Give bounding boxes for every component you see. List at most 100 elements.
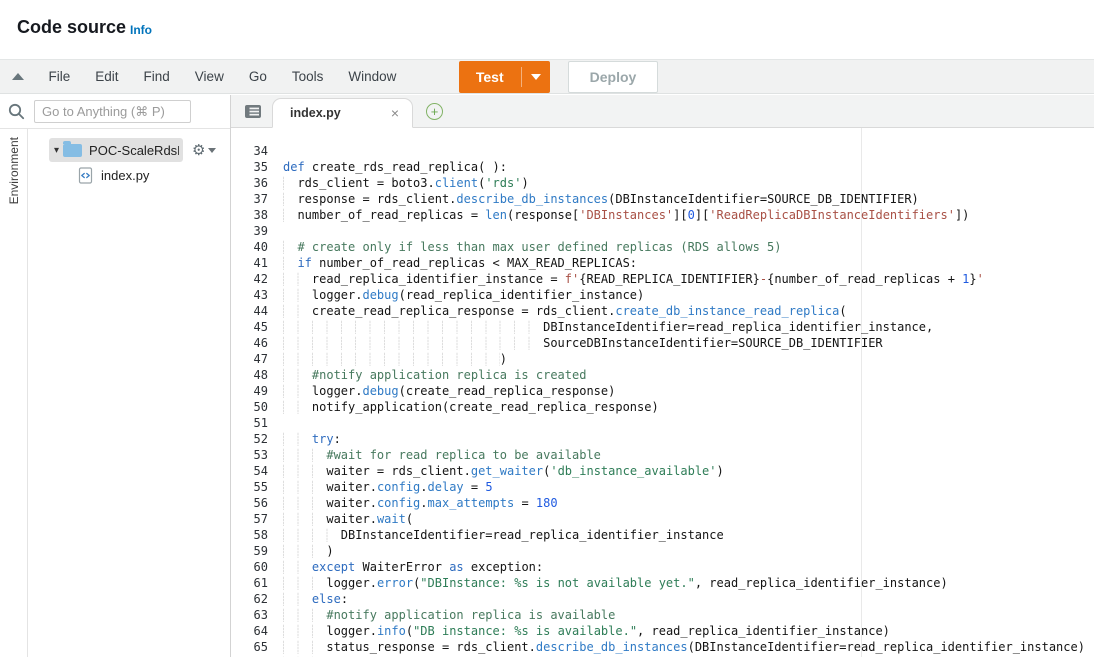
token: (response[ (506, 208, 580, 222)
code-editor[interactable]: 34 35 def create_rds_read_replica( ): 36 rd… (231, 128, 1094, 657)
line-number[interactable]: 64 (231, 623, 283, 639)
code-line[interactable]: 45 DBInstanceIdentifier=read_replica_ide… (231, 319, 1094, 335)
code-line[interactable]: 42 read_replica_identifier_instance = f'… (231, 271, 1094, 287)
collapse-up-icon[interactable] (12, 73, 24, 80)
code-line[interactable]: 44 create_read_replica_response = rds_cl… (231, 303, 1094, 319)
code-line[interactable]: 43 logger.debug(read_replica_identifier_… (231, 287, 1094, 303)
line-number[interactable]: 56 (231, 495, 283, 511)
line-number[interactable]: 49 (231, 383, 283, 399)
line-number[interactable]: 60 (231, 559, 283, 575)
code-line[interactable]: 40 # create only if less than max user d… (231, 239, 1094, 255)
line-number[interactable]: 51 (231, 415, 283, 431)
code-line[interactable]: 56 waiter.config.max_attempts = 180 (231, 495, 1094, 511)
line-number[interactable]: 57 (231, 511, 283, 527)
code-line-content (283, 415, 1094, 431)
line-number[interactable]: 35 (231, 159, 283, 175)
token: config (376, 480, 421, 494)
code-line[interactable]: 46 SourceDBInstanceIdentifier=SOURCE_DB_… (231, 335, 1094, 351)
code-line[interactable]: 57 waiter.wait( (231, 511, 1094, 527)
code-line[interactable]: 48 #notify application replica is create… (231, 367, 1094, 383)
code-line[interactable]: 59 ) (231, 543, 1094, 559)
line-number[interactable]: 59 (231, 543, 283, 559)
menu-item-view[interactable]: View (182, 69, 236, 84)
code-line[interactable]: 65 status_response = rds_client.describe… (231, 639, 1094, 655)
line-number[interactable]: 54 (231, 463, 283, 479)
line-number[interactable]: 40 (231, 239, 283, 255)
token: as (449, 560, 464, 574)
info-link[interactable]: Info (130, 23, 152, 37)
code-line[interactable]: 62 else: (231, 591, 1094, 607)
code-line[interactable]: 50 notify_application(create_read_replic… (231, 399, 1094, 415)
line-number[interactable]: 39 (231, 223, 283, 239)
line-number[interactable]: 44 (231, 303, 283, 319)
code-line[interactable]: 38 number_of_read_replicas = len(respons… (231, 207, 1094, 223)
line-number[interactable]: 37 (231, 191, 283, 207)
code-line-content: waiter.wait( (283, 511, 1094, 527)
code-line[interactable]: 58 DBInstanceIdentifier=read_replica_ide… (231, 527, 1094, 543)
line-number[interactable]: 42 (231, 271, 283, 287)
code-line[interactable]: 60 except WaiterError as exception: (231, 559, 1094, 575)
menu-item-edit[interactable]: Edit (83, 69, 131, 84)
line-number[interactable]: 52 (231, 431, 283, 447)
token: logger. (311, 288, 363, 302)
line-number[interactable]: 38 (231, 207, 283, 223)
line-number[interactable]: 63 (231, 607, 283, 623)
folder-row-highlight[interactable]: ▾ POC-ScaleRdsPostg (49, 138, 184, 162)
test-dropdown-button[interactable] (522, 61, 550, 93)
token: (DBInstanceIdentifier=SOURCE_DB_IDENTIFI… (608, 192, 919, 206)
code-line[interactable]: 49 logger.debug(create_read_replica_resp… (231, 383, 1094, 399)
test-button[interactable]: Test (458, 60, 550, 93)
code-line[interactable]: 35 def create_rds_read_replica( ): (231, 159, 1094, 175)
code-line[interactable]: 36 rds_client = boto3.client('rds') (231, 175, 1094, 191)
line-number[interactable]: 34 (231, 143, 283, 159)
code-line[interactable]: 61 logger.error("DBInstance: %s is not a… (231, 575, 1094, 591)
code-line[interactable]: 51 (231, 415, 1094, 431)
line-number[interactable]: 53 (231, 447, 283, 463)
goto-anything-row (0, 95, 230, 129)
indent-guides (283, 496, 327, 510)
test-button-label[interactable]: Test (459, 61, 521, 93)
code-line[interactable]: 55 waiter.config.delay = 5 (231, 479, 1094, 495)
menu-item-go[interactable]: Go (236, 69, 279, 84)
line-number[interactable]: 65 (231, 639, 283, 655)
code-line[interactable]: 64 logger.info("DB instance: %s is avail… (231, 623, 1094, 639)
token: create_db_instance_read_replica (615, 304, 840, 318)
line-number[interactable]: 61 (231, 575, 283, 591)
code-line[interactable]: 41 if number_of_read_replicas < MAX_READ… (231, 255, 1094, 271)
menu-item-tools[interactable]: Tools (279, 69, 336, 84)
menu-item-find[interactable]: Find (131, 69, 182, 84)
disclosure-icon[interactable]: ▾ (54, 145, 59, 156)
line-number[interactable]: 41 (231, 255, 283, 271)
line-number[interactable]: 58 (231, 527, 283, 543)
tab-list-icon[interactable] (244, 104, 262, 119)
line-number[interactable]: 48 (231, 367, 283, 383)
settings-menu-button[interactable]: ⚙ (192, 143, 217, 158)
code-line[interactable]: 54 waiter = rds_client.get_waiter('db_in… (231, 463, 1094, 479)
code-line-content: number_of_read_replicas = len(response['… (283, 207, 1094, 223)
line-number[interactable]: 50 (231, 399, 283, 415)
menu-item-window[interactable]: Window (336, 69, 409, 84)
code-line[interactable]: 53 #wait for read replica to be availabl… (231, 447, 1094, 463)
code-line[interactable]: 63 #notify application replica is availa… (231, 607, 1094, 623)
tab-environment[interactable]: Environment (7, 137, 21, 204)
code-line[interactable]: 47 ) (231, 351, 1094, 367)
line-number[interactable]: 36 (231, 175, 283, 191)
line-number[interactable]: 45 (231, 319, 283, 335)
line-number[interactable]: 55 (231, 479, 283, 495)
menu-item-file[interactable]: File (36, 69, 83, 84)
line-number[interactable]: 47 (231, 351, 283, 367)
code-line[interactable]: 39 (231, 223, 1094, 239)
tree-row-file[interactable]: index.py (28, 164, 230, 186)
close-icon[interactable]: × (391, 106, 399, 120)
code-line[interactable]: 34 (231, 143, 1094, 159)
code-line[interactable]: 52 try: (231, 431, 1094, 447)
code-line[interactable]: 37 response = rds_client.describe_db_ins… (231, 191, 1094, 207)
line-number[interactable]: 62 (231, 591, 283, 607)
line-number[interactable]: 43 (231, 287, 283, 303)
deploy-button[interactable]: Deploy (567, 60, 659, 93)
add-tab-button[interactable]: + (426, 103, 443, 120)
search-input[interactable] (34, 100, 191, 123)
tree-row-folder[interactable]: ▾ POC-ScaleRdsPostg ⚙ (28, 138, 230, 162)
line-number[interactable]: 46 (231, 335, 283, 351)
tab-index-py[interactable]: index.py × (272, 98, 413, 128)
